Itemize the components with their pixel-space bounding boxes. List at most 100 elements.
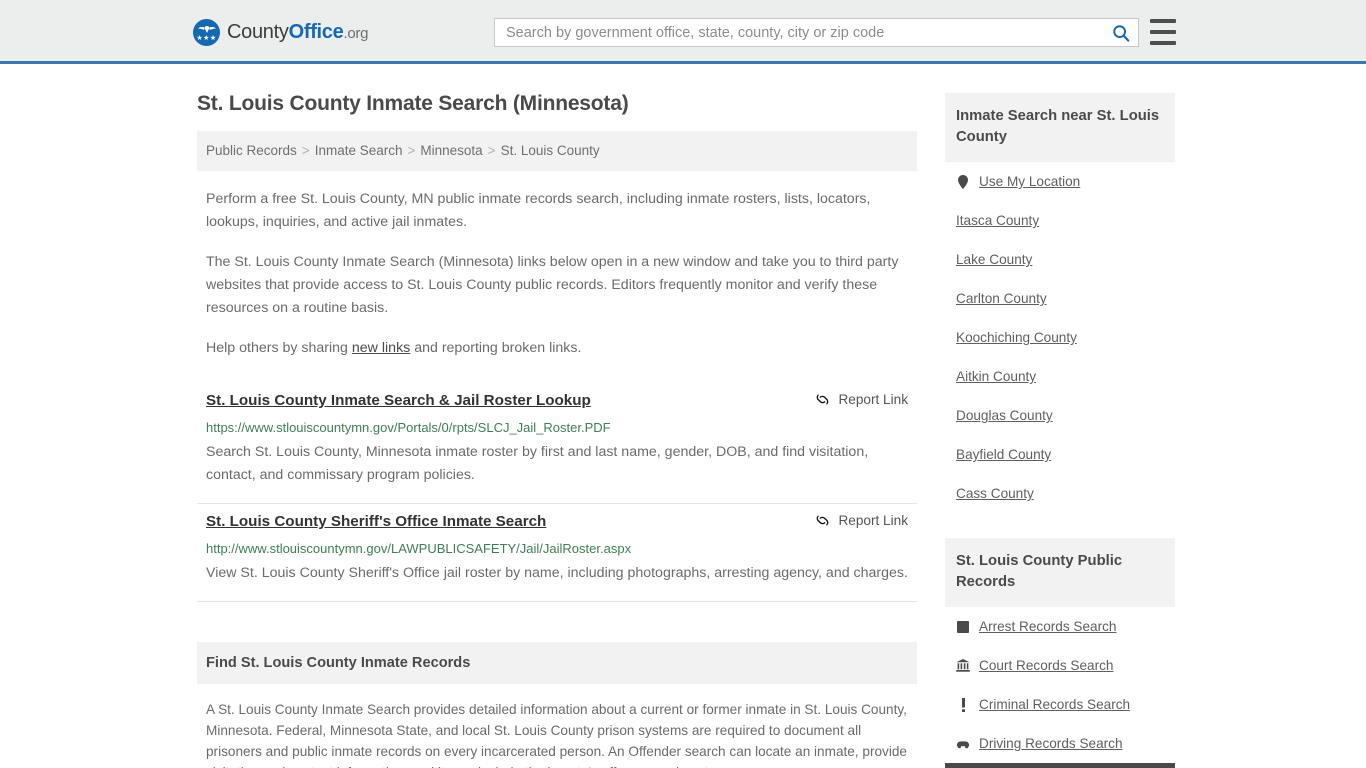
result-item: St. Louis County Sheriff's Office Inmate…: [197, 504, 917, 602]
result-title-link[interactable]: St. Louis County Sheriff's Office Inmate…: [206, 512, 546, 532]
menu-bar-1: [1150, 19, 1176, 23]
public-records-list: Arrest Records Search Court Records Sear…: [945, 607, 1175, 768]
sidebar-item-label: Cass County: [956, 486, 1034, 501]
sidebar-item-label: Court Records Search: [979, 658, 1114, 673]
list-item: Cass County: [945, 474, 1175, 513]
broken-link-icon: [817, 515, 829, 526]
sidebar-item-label: Douglas County: [956, 408, 1053, 423]
list-item: Aitkin County: [945, 357, 1175, 396]
site-header: ★★★ CountyOffice.org: [0, 0, 1366, 64]
share-links-paragraph: Help others by sharing new links and rep…: [197, 337, 917, 360]
report-link-button[interactable]: Report Link: [797, 513, 908, 528]
breadcrumb: Public Records > Inmate Search > Minnesota > S…: [197, 131, 917, 171]
site-logo-text: CountyOffice.org: [227, 21, 368, 44]
nearby-heading: Inmate Search near St. Louis County: [945, 93, 1175, 162]
breadcrumb-item-public-records[interactable]: Public Records: [206, 143, 297, 158]
sidebar-item-label: Koochiching County: [956, 330, 1077, 345]
map-pin-icon: [956, 174, 970, 189]
logo-text-county: County: [227, 21, 289, 43]
list-item: Koochiching County: [945, 318, 1175, 357]
sidebar-item-label: Carlton County: [956, 291, 1047, 306]
list-item: Driving Records Search: [945, 724, 1175, 763]
list-item: Criminal Records Search: [945, 685, 1175, 724]
sidebar-item-label: Arrest Records Search: [979, 619, 1117, 634]
find-records-heading: Find St. Louis County Inmate Records: [197, 642, 917, 684]
sidebar-item-inmate-search[interactable]: Inmate Search: [945, 763, 1175, 768]
result-title-link[interactable]: St. Louis County Inmate Search & Jail Ro…: [206, 391, 591, 411]
sidebar-item-lake-county[interactable]: Lake County: [945, 240, 1175, 279]
square-badge-icon: [956, 619, 970, 634]
exclamation-icon: [956, 697, 970, 712]
public-records-heading: St. Louis County Public Records: [945, 538, 1175, 607]
list-item: Inmate Search: [945, 763, 1175, 768]
find-records-section: Find St. Louis County Inmate Records A S…: [197, 642, 917, 768]
nearby-inmate-search-block: Inmate Search near St. Louis County Use …: [945, 93, 1175, 513]
sidebar-item-court-records-search[interactable]: Court Records Search: [945, 646, 1175, 685]
breadcrumb-separator: >: [407, 143, 416, 158]
result-url: https://www.stlouiscountymn.gov/Portals/…: [206, 420, 611, 435]
sidebar-item-label: Bayfield County: [956, 447, 1052, 462]
sidebar-item-use-my-location[interactable]: Use My Location: [945, 162, 1175, 201]
search-icon: [1113, 24, 1130, 42]
car-icon: [956, 736, 970, 751]
sidebar-item-driving-records-search[interactable]: Driving Records Search: [945, 724, 1175, 763]
menu-bar-3: [1150, 41, 1176, 45]
new-links-link[interactable]: new links: [352, 340, 410, 356]
list-item: Douglas County: [945, 396, 1175, 435]
result-list: St. Louis County Inmate Search & Jail Ro…: [197, 383, 917, 602]
logo-stars: ★★★: [196, 35, 217, 42]
page-body: St. Louis County Inmate Search (Minnesot…: [0, 64, 1366, 768]
breadcrumb-separator: >: [301, 143, 310, 158]
sidebar-item-label: Lake County: [956, 252, 1033, 267]
sidebar-item-label: Itasca County: [956, 213, 1040, 228]
hamburger-menu-icon[interactable]: [1150, 19, 1176, 45]
sidebar-item-aitkin-county[interactable]: Aitkin County: [945, 357, 1175, 396]
sidebar-item-bayfield-county[interactable]: Bayfield County: [945, 435, 1175, 474]
breadcrumb-item-st-louis-county[interactable]: St. Louis County: [501, 143, 600, 158]
intro-paragraph-2: The St. Louis County Inmate Search (Minn…: [206, 254, 899, 316]
broken-link-icon: [817, 394, 829, 405]
sidebar-item-arrest-records-search[interactable]: Arrest Records Search: [945, 607, 1175, 646]
sidebar-item-label: Criminal Records Search: [979, 697, 1131, 712]
search-input[interactable]: [495, 19, 1104, 46]
list-item: Itasca County: [945, 201, 1175, 240]
sidebar-item-douglas-county[interactable]: Douglas County: [945, 396, 1175, 435]
list-item: Arrest Records Search: [945, 607, 1175, 646]
report-link-label: Report Link: [838, 392, 908, 407]
result-description: View St. Louis County Sheriff's Office j…: [206, 565, 908, 581]
sidebar-item-label: Aitkin County: [956, 369, 1037, 384]
list-item: Lake County: [945, 240, 1175, 279]
result-description: Search St. Louis County, Minnesota inmat…: [206, 444, 869, 483]
search-bar[interactable]: [494, 18, 1139, 47]
report-link-button[interactable]: Report Link: [797, 392, 908, 407]
main-content: St. Louis County Inmate Search (Minnesot…: [197, 64, 917, 768]
page-title: St. Louis County Inmate Search (Minnesot…: [197, 92, 629, 115]
find-records-paragraph: A St. Louis County Inmate Search provide…: [206, 702, 907, 768]
search-button[interactable]: [1104, 19, 1138, 46]
logo-text-org: .org: [343, 25, 369, 42]
logo-text-office: Office: [288, 21, 344, 43]
result-url: http://www.stlouiscountymn.gov/LAWPUBLIC…: [206, 541, 632, 556]
sidebar-item-itasca-county[interactable]: Itasca County: [945, 201, 1175, 240]
list-item: Carlton County: [945, 279, 1175, 318]
sidebar-item-label: Driving Records Search: [979, 736, 1123, 751]
nearby-county-list: Use My Location Itasca County Lake Count…: [945, 162, 1175, 513]
list-item: Use My Location: [945, 162, 1175, 201]
sidebar-item-koochiching-county[interactable]: Koochiching County: [945, 318, 1175, 357]
breadcrumb-item-minnesota[interactable]: Minnesota: [420, 143, 482, 158]
share-text-after: and reporting broken links.: [410, 340, 582, 356]
courthouse-icon: [956, 658, 970, 673]
site-logo[interactable]: ★★★ CountyOffice.org: [193, 19, 368, 46]
sidebar-item-carlton-county[interactable]: Carlton County: [945, 279, 1175, 318]
intro-paragraph-1: Perform a free St. Louis County, MN publ…: [206, 191, 871, 230]
report-link-label: Report Link: [838, 513, 908, 528]
sidebar-item-cass-county[interactable]: Cass County: [945, 474, 1175, 513]
list-item: Bayfield County: [945, 435, 1175, 474]
sidebar: Inmate Search near St. Louis County Use …: [945, 64, 1175, 768]
breadcrumb-separator: >: [487, 143, 496, 158]
public-records-block: St. Louis County Public Records Arrest R…: [945, 538, 1175, 768]
countyoffice-logo-icon: ★★★: [193, 19, 220, 46]
sidebar-item-criminal-records-search[interactable]: Criminal Records Search: [945, 685, 1175, 724]
breadcrumb-item-inmate-search[interactable]: Inmate Search: [315, 143, 403, 158]
sidebar-item-label: Use My Location: [979, 174, 1081, 189]
